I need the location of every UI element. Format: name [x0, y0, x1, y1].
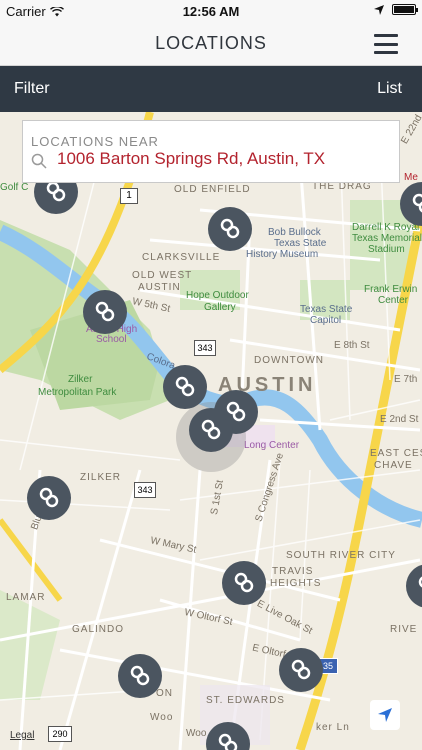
location-logo-icon [412, 193, 422, 213]
location-logo-icon [130, 665, 150, 686]
location-pin[interactable] [222, 561, 266, 605]
search-input[interactable]: 1006 Barton Springs Rd, Austin, TX [57, 149, 325, 169]
map-label: SOUTH RIVER CITY [286, 550, 396, 561]
location-pin[interactable] [279, 648, 323, 692]
location-logo-icon [291, 659, 311, 680]
map-label: Metropolitan Park [38, 387, 117, 398]
map-label: Gallery [204, 302, 236, 313]
filter-button[interactable]: Filter [14, 80, 50, 98]
map-label: LAMAR [6, 592, 46, 603]
street-label: Woo [186, 728, 207, 739]
map-label: Stadium [368, 244, 405, 255]
page-title: LOCATIONS [155, 33, 267, 53]
map-label: Golf C [0, 182, 29, 193]
map-label: GALINDO [72, 624, 125, 635]
map-label: TRAVIS [272, 566, 314, 577]
list-button[interactable]: List [377, 80, 402, 98]
map-label: AUSTIN [138, 282, 181, 293]
highway-shield: 1 [120, 188, 138, 204]
toolbar: Filter List [0, 66, 422, 112]
map-label: Texas State [274, 238, 327, 249]
menu-button[interactable] [374, 34, 398, 54]
street-label: E 8th St [334, 340, 370, 351]
street-label: E 7th [394, 374, 418, 385]
location-logo-icon [201, 419, 221, 440]
location-pin[interactable] [83, 290, 127, 334]
legal-link[interactable]: Legal [10, 730, 34, 741]
map-label: ZILKER [80, 472, 122, 483]
location-logo-icon [220, 218, 240, 239]
location-pin[interactable] [163, 365, 207, 409]
location-pin[interactable] [208, 207, 252, 251]
map-label: Me [404, 172, 418, 183]
street-label: ker Ln [316, 722, 350, 733]
map-label: ON [156, 688, 173, 699]
map-view[interactable]: OLD ENFIELD THE DRAG CLARKSVILLE OLD WES… [0, 112, 422, 750]
map-label: OLD ENFIELD [174, 184, 251, 195]
battery-icon [392, 4, 418, 15]
location-logo-icon [175, 376, 195, 397]
street-label: Woo [150, 712, 174, 723]
location-arrow-icon [378, 708, 392, 722]
map-label: ST. EDWARDS [206, 695, 285, 706]
location-logo-icon [39, 487, 59, 508]
map-label: Darrell K Royal [352, 222, 420, 233]
map-label: OLD WEST [132, 270, 193, 281]
search-caption: LOCATIONS NEAR [31, 134, 159, 149]
search-icon [31, 153, 47, 169]
location-arrow-icon [374, 4, 384, 15]
map-label: School [96, 334, 127, 345]
map-label: Zilker [68, 374, 93, 385]
location-pin[interactable] [189, 408, 233, 452]
map-label: History Museum [246, 249, 319, 260]
highway-shield: 343 [194, 340, 216, 356]
navigation-bar: LOCATIONS [0, 22, 422, 66]
map-label: Bob Bullock [268, 227, 321, 238]
map-label: HEIGHTS [270, 578, 322, 589]
map-label: CHAVE [374, 460, 413, 471]
location-logo-icon [218, 733, 238, 750]
highway-shield: 290 [48, 726, 72, 742]
status-bar: Carrier 12:56 AM [0, 0, 422, 22]
map-label: RIVE [390, 624, 418, 635]
location-pin[interactable] [118, 654, 162, 698]
map-label: Frank Erwin [364, 284, 418, 295]
map-label: Capitol [310, 315, 342, 326]
clock: 12:56 AM [182, 4, 240, 19]
location-logo-icon [418, 576, 422, 588]
hamburger-icon [374, 34, 398, 37]
location-search-box[interactable]: LOCATIONS NEAR 1006 Barton Springs Rd, A… [22, 120, 400, 183]
location-logo-icon [95, 301, 115, 322]
highway-shield: 343 [134, 482, 156, 498]
map-label: Center [378, 295, 409, 306]
map-label: EAST CES [370, 448, 422, 459]
map-label: Texas Memorial [352, 233, 422, 244]
location-logo-icon [234, 572, 254, 593]
map-label: Long Center [244, 440, 300, 451]
location-pin[interactable] [27, 476, 71, 520]
locate-me-button[interactable] [370, 700, 400, 730]
map-label: Hope Outdoor [186, 290, 249, 301]
map-label: DOWNTOWN [254, 355, 325, 366]
street-label: E 2nd St [380, 414, 419, 425]
location-logo-icon [46, 181, 66, 202]
map-label: CLARKSVILLE [142, 252, 221, 263]
map-label: Texas State [300, 304, 353, 315]
